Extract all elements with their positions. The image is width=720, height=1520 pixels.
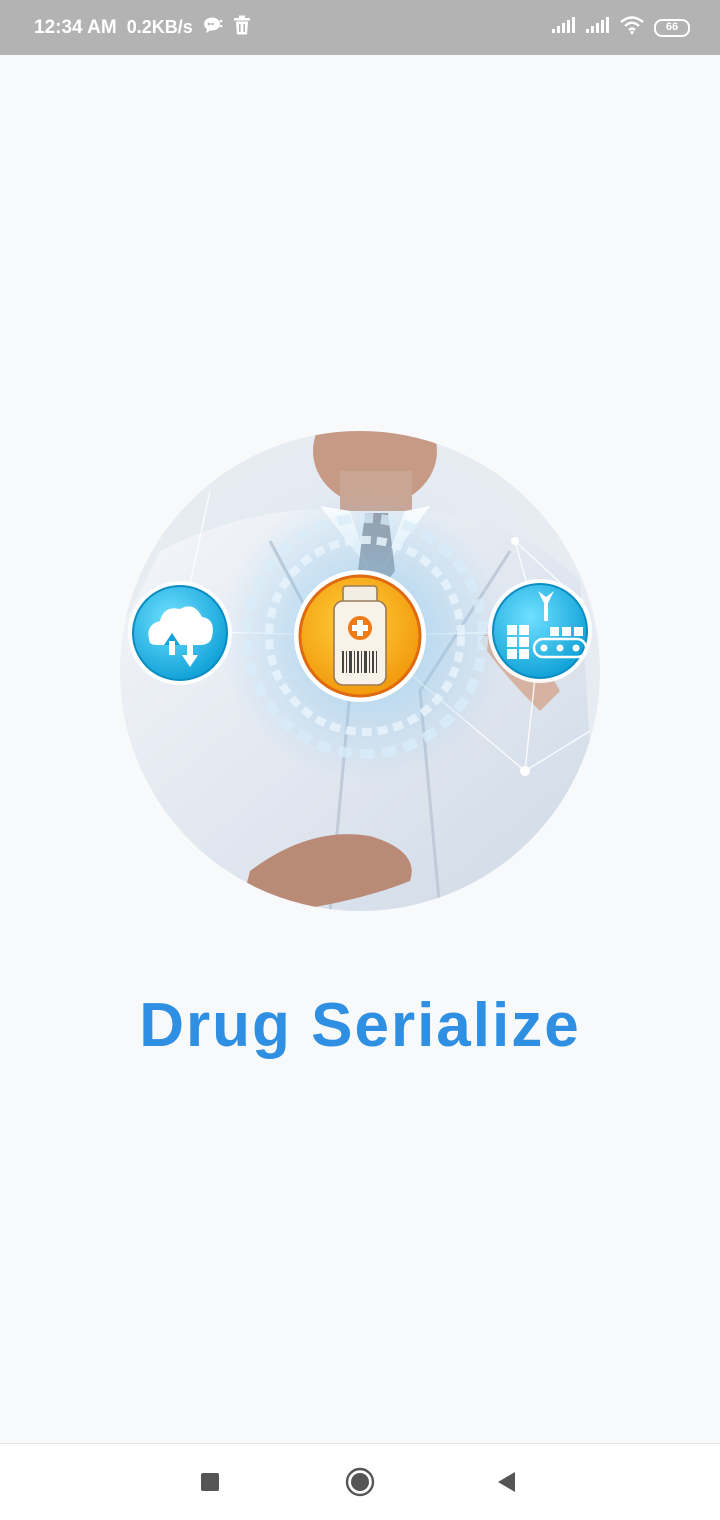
chat-bubble-icon	[203, 16, 223, 40]
status-right: 66	[552, 16, 690, 39]
status-bar: 12:34 AM 0.2KB/s 66	[0, 0, 720, 55]
trash-icon	[233, 15, 251, 41]
app-title: Drug Serialize	[139, 991, 581, 1060]
medicine-bottle-icon	[333, 585, 387, 686]
home-icon[interactable]	[338, 1460, 382, 1504]
network-speed: 0.2KB/s	[126, 17, 193, 37]
splash-image	[120, 431, 600, 911]
status-time: 12:34 AM	[34, 16, 117, 38]
wifi-icon	[620, 16, 644, 39]
navigation-bar	[0, 1443, 720, 1520]
status-left: 12:34 AM 0.2KB/s	[34, 15, 251, 41]
signal-icon	[586, 17, 610, 38]
battery-icon: 66	[654, 18, 690, 37]
back-icon[interactable]	[484, 1460, 528, 1504]
recent-apps-icon[interactable]	[188, 1460, 232, 1504]
signal-icon	[552, 17, 576, 38]
